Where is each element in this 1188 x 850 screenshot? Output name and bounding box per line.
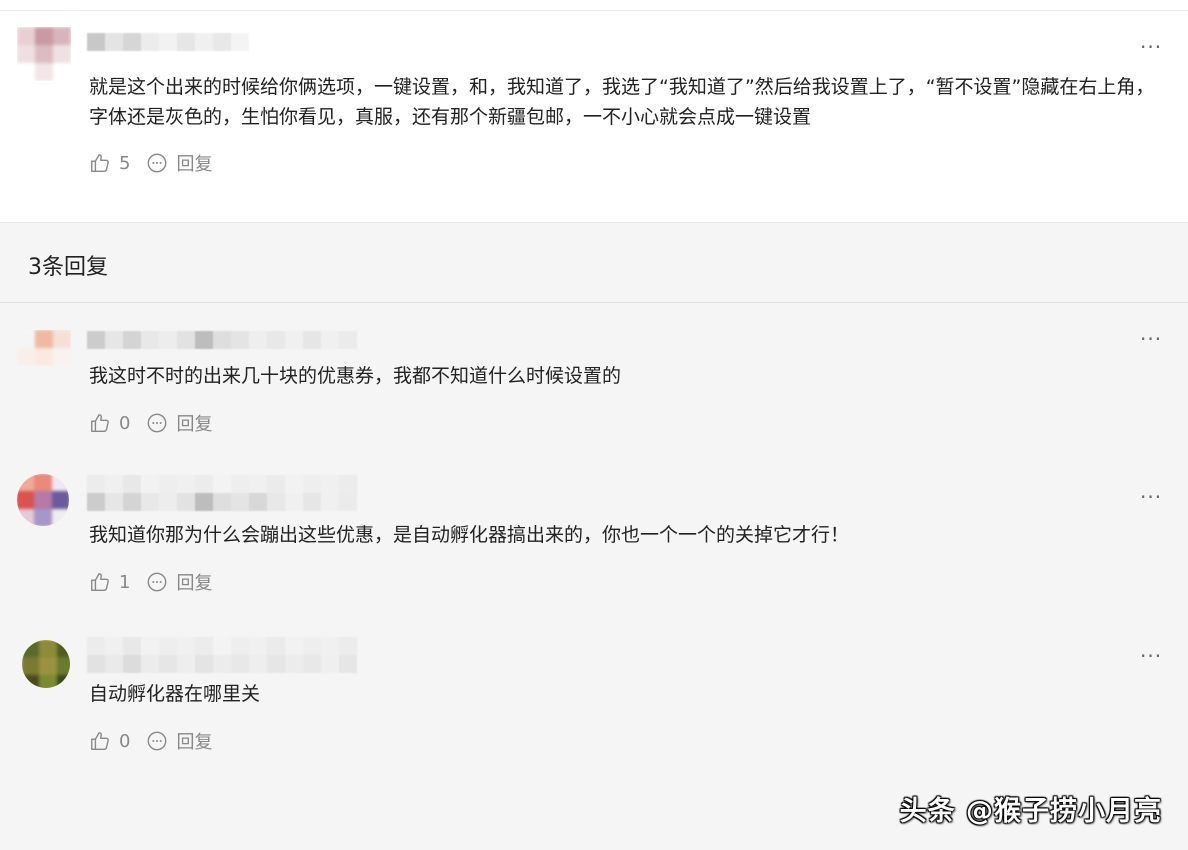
avatar[interactable] (17, 27, 71, 81)
more-dots-icon[interactable]: ··· (1140, 646, 1162, 666)
like-button[interactable]: 1 (89, 571, 130, 593)
like-button[interactable]: 5 (89, 152, 130, 174)
reply-button[interactable]: 回复 (146, 410, 212, 436)
avatar[interactable] (22, 640, 70, 688)
username-blurred[interactable] (87, 475, 357, 511)
like-count: 5 (119, 152, 131, 174)
comment-text: 就是这个出来的时候给你俩选项，一键设置，和，我知道了，我选了“我知道了”然后给我… (89, 76, 1155, 128)
replies-count-header: 3条回复 (28, 255, 108, 280)
thumbs-up-icon (91, 414, 109, 432)
reply-label: 回复 (176, 154, 213, 175)
reply-label: 回复 (176, 732, 213, 753)
reply-text: 我这时不时的出来几十块的优惠券，我都不知道什么时候设置的 (89, 365, 622, 387)
reply-actions: 1 回复 (89, 570, 212, 594)
like-button[interactable]: 0 (89, 730, 130, 752)
thumbs-up-icon (91, 573, 109, 591)
more-dots-icon[interactable]: ··· (1140, 329, 1162, 349)
comment-bubble-icon (148, 572, 167, 592)
reply-button[interactable]: 回复 (146, 728, 212, 754)
thumbs-up-icon (91, 154, 109, 172)
username-blurred[interactable] (87, 33, 249, 69)
reply-label: 回复 (176, 573, 213, 594)
more-dots-icon[interactable]: ··· (1140, 37, 1162, 57)
like-count: 0 (119, 730, 131, 752)
reply-label: 回复 (176, 414, 213, 435)
reply-text: 自动孵化器在哪里关 (89, 683, 261, 705)
replies-divider (0, 302, 1188, 303)
avatar[interactable] (17, 474, 69, 526)
reply-actions: 0 回复 (89, 411, 212, 435)
comment-bubble-icon (148, 731, 167, 751)
like-button[interactable]: 0 (89, 412, 130, 434)
watermark: 头条 @猴子捞小月亮 (899, 796, 1162, 827)
reply-button[interactable]: 回复 (146, 150, 212, 176)
like-count: 1 (119, 571, 131, 593)
comment-bubble-icon (148, 413, 167, 433)
thumbs-up-icon (91, 732, 109, 750)
more-dots-icon[interactable]: ··· (1140, 487, 1162, 507)
comment-bubble-icon (148, 153, 167, 173)
reply-button[interactable]: 回复 (146, 569, 212, 595)
avatar[interactable] (17, 330, 71, 366)
main-comment: ··· 就是这个出来的时候给你俩选项，一键设置，和，我知道了，我选了“我知道了”… (0, 11, 1188, 222)
replies-panel: 3条回复 ··· 我这时不时的出来几十块的优惠券，我都不知道什么时候设置的 0 (0, 222, 1188, 850)
like-count: 0 (119, 412, 131, 434)
reply-text: 我知道你那为什么会蹦出这些优惠，是自动孵化器搞出来的，你也一个一个的关掉它才行！ (89, 524, 850, 546)
comment-actions: 5 回复 (89, 151, 212, 175)
username-blurred[interactable] (87, 637, 357, 673)
reply-actions: 0 回复 (89, 729, 212, 753)
